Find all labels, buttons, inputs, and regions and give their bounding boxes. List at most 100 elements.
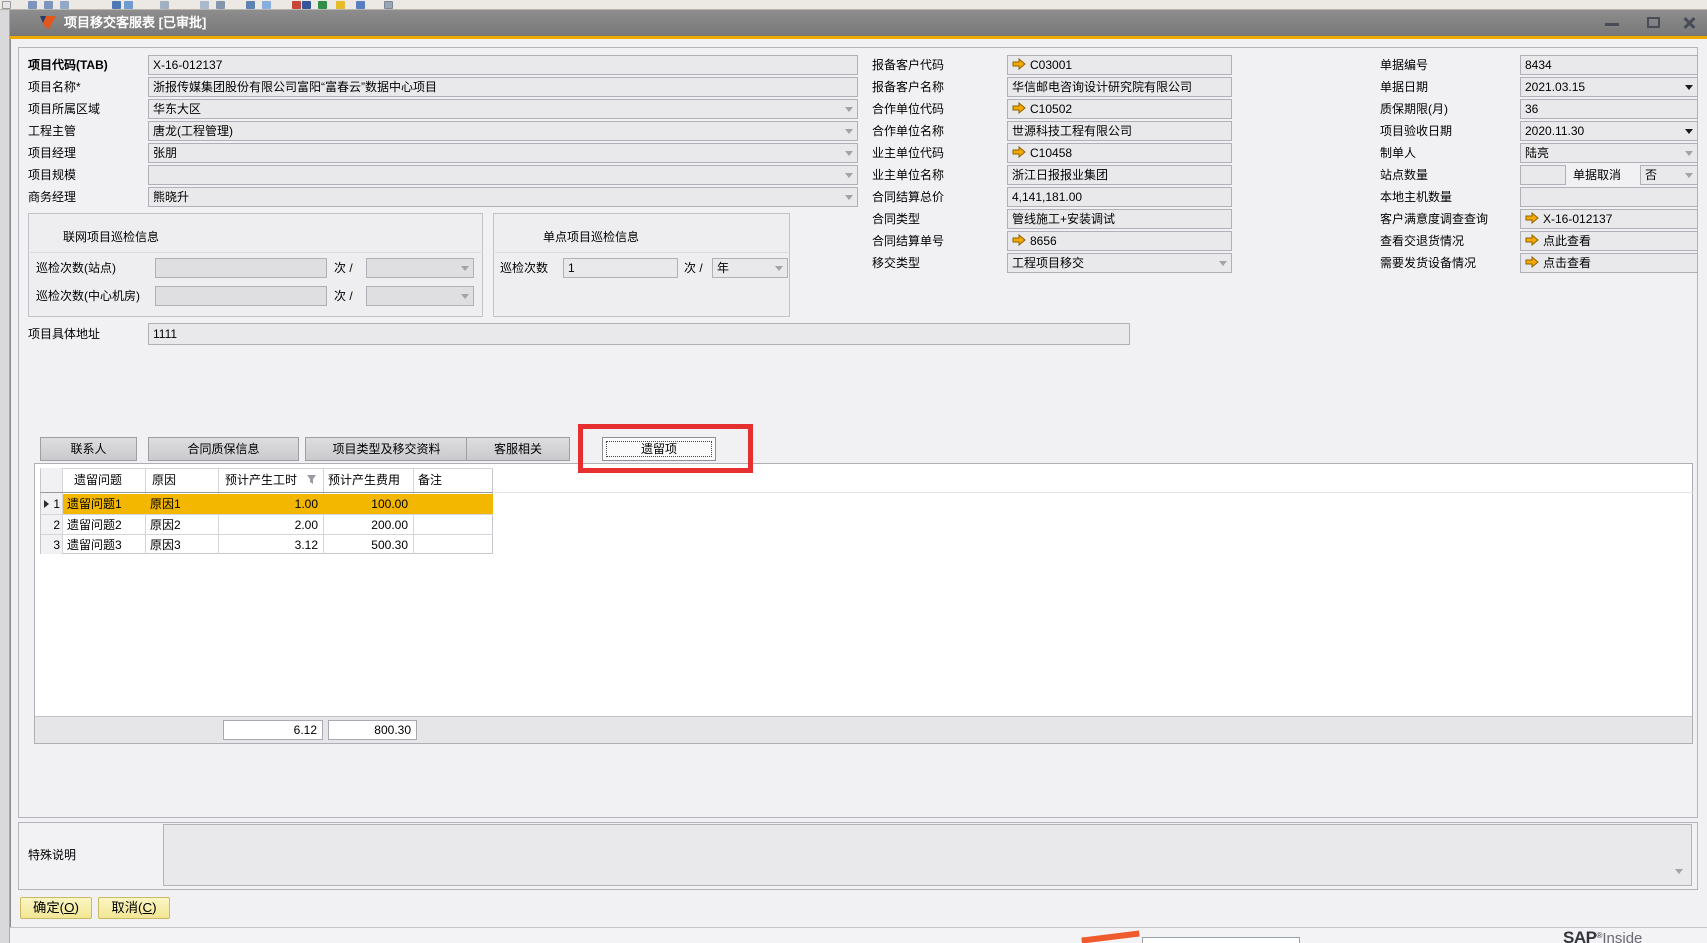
col-header-issue[interactable]: 遗留问题 — [74, 468, 122, 492]
project-code-field[interactable]: X-16-012137 — [148, 55, 858, 75]
filter-icon[interactable] — [306, 474, 317, 485]
toolbar-strip — [0, 0, 1707, 10]
chevron-down-icon — [461, 294, 469, 299]
acceptance-date-combo[interactable]: 2020.11.30 — [1520, 121, 1698, 141]
toolbar-icon — [246, 1, 255, 9]
row-number[interactable]: 2 — [50, 515, 60, 535]
doc-cancel-combo[interactable]: 否 — [1640, 165, 1698, 185]
cell-cost[interactable]: 500.30 — [325, 535, 408, 555]
maximize-icon[interactable] — [1647, 17, 1660, 28]
doc-date-combo[interactable]: 2021.03.15 — [1520, 77, 1698, 97]
report-customer-code-link[interactable]: C03001 — [1007, 55, 1232, 75]
link-arrow-icon — [1012, 102, 1026, 114]
project-scale-combo[interactable] — [148, 165, 858, 185]
returns-view-link[interactable]: 点此查看 — [1520, 231, 1698, 251]
link-arrow-icon — [1525, 256, 1539, 268]
doc-number-field[interactable]: 8434 — [1520, 55, 1698, 75]
field-label: 单据日期 — [1380, 77, 1428, 97]
project-manager-combo[interactable]: 张朋 — [148, 143, 858, 163]
field-label: 客户满意度调查查询 — [1380, 209, 1488, 229]
shipping-equipment-link[interactable]: 点击查看 — [1520, 253, 1698, 273]
row-number[interactable]: 1 — [50, 494, 60, 514]
center-inspection-period-combo[interactable] — [366, 286, 474, 306]
cell-cost[interactable]: 100.00 — [325, 494, 408, 514]
site-inspection-period-combo[interactable] — [366, 258, 474, 278]
site-inspection-count-field[interactable] — [155, 258, 327, 278]
contract-type-field[interactable]: 管线施工+安装调试 — [1007, 209, 1232, 229]
cell-hours[interactable]: 3.12 — [220, 535, 318, 555]
field-label: 项目验收日期 — [1380, 121, 1452, 141]
cell-issue[interactable]: 遗留问题1 — [67, 494, 143, 514]
toolbar-icon — [160, 1, 169, 9]
row-number[interactable]: 3 — [50, 535, 60, 555]
mdi-left-edge — [0, 10, 10, 943]
toolbar-icon — [44, 1, 53, 9]
report-customer-name-field[interactable]: 华信邮电咨询设计研究院有限公司 — [1007, 77, 1232, 97]
ok-button[interactable]: 确定(O) — [20, 897, 92, 919]
cell-reason[interactable]: 原因3 — [150, 535, 216, 555]
col-header-cost[interactable]: 预计产生费用 — [328, 468, 400, 492]
region-combo[interactable]: 华东大区 — [148, 99, 858, 119]
cell-hours[interactable]: 2.00 — [220, 515, 318, 535]
center-inspection-count-field[interactable] — [155, 286, 327, 306]
cell-reason[interactable]: 原因2 — [150, 515, 216, 535]
field-label: 巡检次数(站点) — [36, 258, 116, 278]
chevron-down-icon — [461, 266, 469, 271]
cell-note[interactable] — [417, 535, 491, 555]
col-header-note[interactable]: 备注 — [418, 468, 442, 492]
site-count-field[interactable] — [1520, 165, 1566, 185]
unit-label: 次 / — [684, 258, 703, 278]
cell-note[interactable] — [417, 494, 491, 514]
row-pointer-icon — [44, 500, 49, 508]
link-arrow-icon — [1012, 58, 1026, 70]
field-label: 项目具体地址 — [28, 324, 100, 344]
total-cost: 800.30 — [328, 720, 417, 740]
contract-settlement-link[interactable]: 8656 — [1007, 231, 1232, 251]
cancel-button[interactable]: 取消(C) — [98, 897, 170, 919]
tab-contract-warranty[interactable]: 合同质保信息 — [148, 437, 299, 461]
inspection-period-combo[interactable]: 年 — [712, 258, 788, 278]
creator-combo[interactable]: 陆亮 — [1520, 143, 1698, 163]
local-host-count-field[interactable] — [1520, 187, 1698, 207]
cell-hours[interactable]: 1.00 — [220, 494, 318, 514]
cropped-logo-icon — [1081, 931, 1140, 943]
field-label: 质保期限(月) — [1380, 99, 1448, 119]
cell-cost[interactable]: 200.00 — [325, 515, 408, 535]
cell-note[interactable] — [417, 515, 491, 535]
toolbar-icon — [302, 1, 311, 9]
contract-total-field[interactable]: 4,141,181.00 — [1007, 187, 1232, 207]
project-address-field[interactable]: 1111 — [148, 323, 1130, 345]
col-header-hours[interactable]: 预计产生工时 — [225, 468, 297, 492]
close-icon[interactable] — [1682, 16, 1696, 30]
col-header-reason[interactable]: 原因 — [152, 468, 176, 492]
satisfaction-survey-link[interactable]: X-16-012137 — [1520, 209, 1698, 229]
cell-issue[interactable]: 遗留问题2 — [67, 515, 143, 535]
field-label: 工程主管 — [28, 121, 76, 141]
inspection-count-field[interactable]: 1 — [563, 258, 678, 278]
window-titlebar — [10, 10, 1707, 36]
toolbar-icon — [336, 1, 345, 9]
business-manager-combo[interactable]: 熊晓升 — [148, 187, 858, 207]
tab-contacts[interactable]: 联系人 — [40, 437, 137, 461]
handover-type-combo[interactable]: 工程项目移交 — [1007, 253, 1232, 273]
field-label: 业主单位名称 — [872, 165, 944, 185]
tab-customer-service[interactable]: 客服相关 — [466, 437, 570, 461]
chevron-down-icon — [1685, 173, 1693, 178]
owner-name-field[interactable]: 浙江日报报业集团 — [1007, 165, 1232, 185]
cell-reason[interactable]: 原因1 — [150, 494, 216, 514]
partner-code-link[interactable]: C10502 — [1007, 99, 1232, 119]
chevron-down-icon — [845, 195, 853, 200]
special-notes-textarea[interactable] — [163, 824, 1692, 886]
link-arrow-icon — [1525, 234, 1539, 246]
engineering-supervisor-combo[interactable]: 唐龙(工程管理) — [148, 121, 858, 141]
accent-bar — [10, 36, 1707, 39]
tab-project-type[interactable]: 项目类型及移交资料 — [305, 437, 468, 461]
chevron-down-icon — [1685, 85, 1693, 90]
cell-issue[interactable]: 遗留问题3 — [67, 535, 143, 555]
field-label: 制单人 — [1380, 143, 1416, 163]
owner-code-link[interactable]: C10458 — [1007, 143, 1232, 163]
partner-name-field[interactable]: 世源科技工程有限公司 — [1007, 121, 1232, 141]
project-name-field[interactable]: 浙报传媒集团股份有限公司富阳“富春云”数据中心项目 — [148, 77, 858, 97]
warranty-months-field[interactable]: 36 — [1520, 99, 1698, 119]
minimize-icon[interactable] — [1605, 23, 1619, 26]
